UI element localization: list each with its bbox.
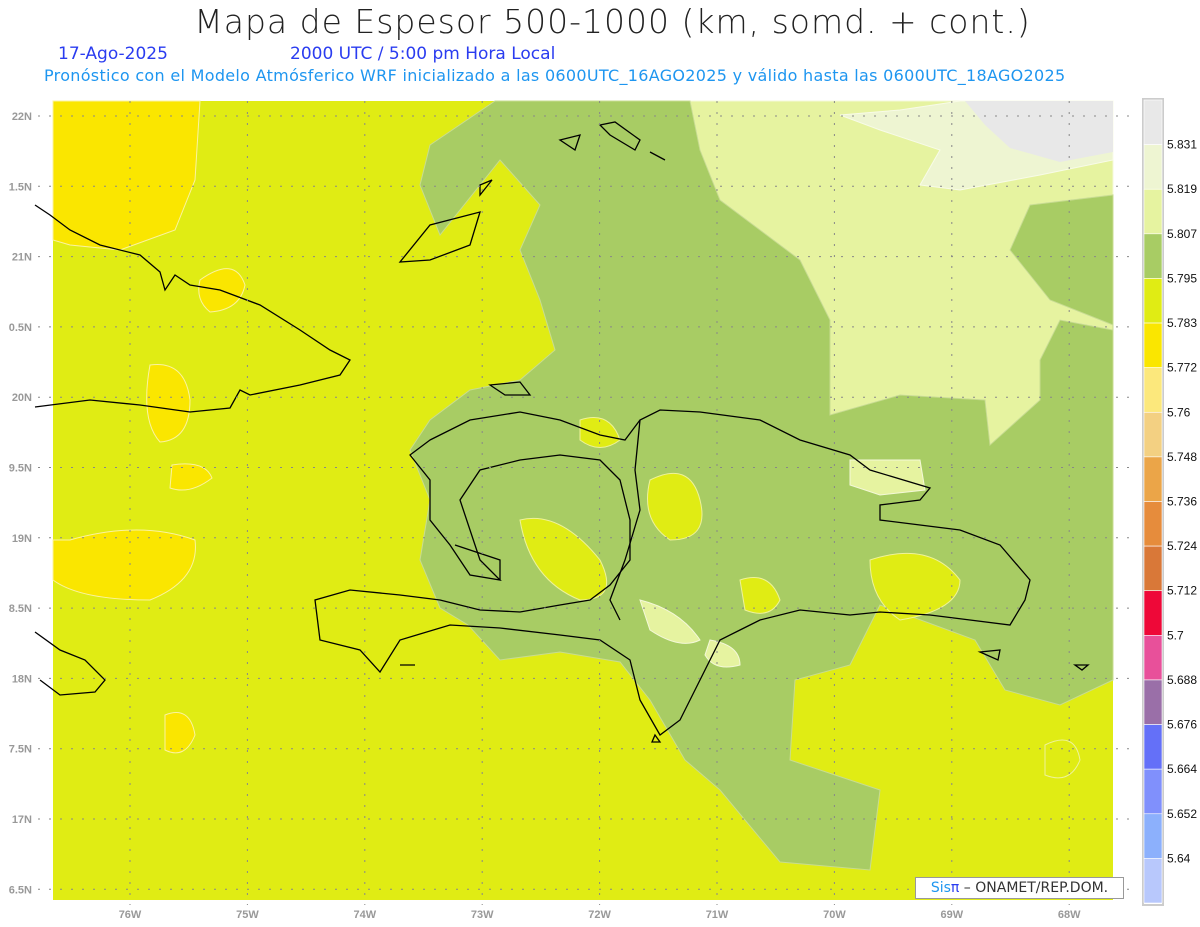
legend-label: 5.807 — [1167, 227, 1197, 241]
legend-swatch — [1143, 679, 1163, 725]
lon-label: 73W — [471, 909, 494, 921]
legend-label: 5.664 — [1167, 762, 1197, 776]
map-field — [52, 100, 1114, 900]
lon-label: 74W — [353, 909, 376, 921]
legend-label: 5.64 — [1167, 851, 1191, 865]
lat-label: 17N — [12, 814, 32, 826]
legend-label: 5.676 — [1167, 718, 1197, 732]
legend-swatch — [1143, 768, 1163, 815]
lon-label: 69W — [940, 909, 963, 921]
lat-label: 20N — [12, 392, 32, 404]
legend-swatch — [1143, 501, 1163, 547]
lon-label: 75W — [236, 909, 259, 921]
lat-label: 19N — [12, 533, 32, 545]
legend-label: 5.76 — [1167, 405, 1191, 419]
legend-swatch — [1143, 858, 1163, 904]
legend-label: 5.831 — [1167, 138, 1197, 152]
lat-label: 22N — [12, 111, 32, 123]
legend-swatch — [1143, 456, 1163, 502]
lat-label: 0.5N — [9, 322, 32, 334]
lat-label: 1.5N — [9, 181, 32, 193]
legend-label: 5.712 — [1167, 584, 1197, 598]
legend-swatch — [1143, 278, 1163, 324]
lat-label: 18N — [12, 673, 32, 685]
legend-swatch — [1143, 144, 1163, 190]
legend-swatch — [1143, 590, 1163, 636]
legend-label: 5.783 — [1167, 316, 1197, 330]
legend-label: 5.652 — [1167, 807, 1197, 821]
lon-label: 76W — [119, 909, 142, 921]
lon-label: 72W — [588, 909, 611, 921]
legend-label: 5.7 — [1167, 628, 1184, 642]
legend-swatch — [1143, 233, 1163, 279]
legend-swatch — [1143, 99, 1163, 145]
legend-swatch — [1143, 813, 1163, 859]
legend-swatch — [1143, 188, 1163, 235]
lon-label: 70W — [823, 909, 846, 921]
lat-label: 9.5N — [9, 463, 32, 475]
legend-label: 5.795 — [1167, 271, 1197, 285]
credit-box: Sisπ – ONAMET/REP.DOM. — [915, 877, 1124, 899]
lat-label: 6.5N — [9, 884, 32, 896]
legend-swatch — [1143, 724, 1163, 770]
legend-swatch — [1143, 635, 1163, 681]
lon-label: 71W — [706, 909, 729, 921]
lon-label: 68W — [1058, 909, 1081, 921]
brand-sis: Sis — [930, 880, 951, 896]
credit-text: – ONAMET/REP.DOM. — [959, 880, 1109, 896]
legend-label: 5.772 — [1167, 361, 1197, 375]
legend-label: 5.724 — [1167, 539, 1197, 553]
legend-label: 5.688 — [1167, 673, 1197, 687]
legend-label: 5.748 — [1167, 450, 1197, 464]
legend-swatch — [1143, 545, 1163, 592]
legend-label: 5.736 — [1167, 495, 1197, 509]
legend-swatch — [1143, 367, 1163, 413]
legend-label: 5.819 — [1167, 182, 1197, 196]
lat-label: 8.5N — [9, 603, 32, 615]
thickness-map: 22N 1.5N 21N 0.5N 20N 9.5N 19N 8.5N 18N 7.5N 17N 6.… — [9, 98, 1197, 921]
lat-label: 7.5N — [9, 744, 32, 756]
color-legend: 5.831 5.819 5.807 5.795 5.783 5.772 5.76 5.748 5… — [1142, 98, 1197, 906]
lat-label: 21N — [12, 252, 32, 264]
legend-swatch — [1143, 411, 1163, 458]
legend-swatch — [1143, 322, 1163, 368]
